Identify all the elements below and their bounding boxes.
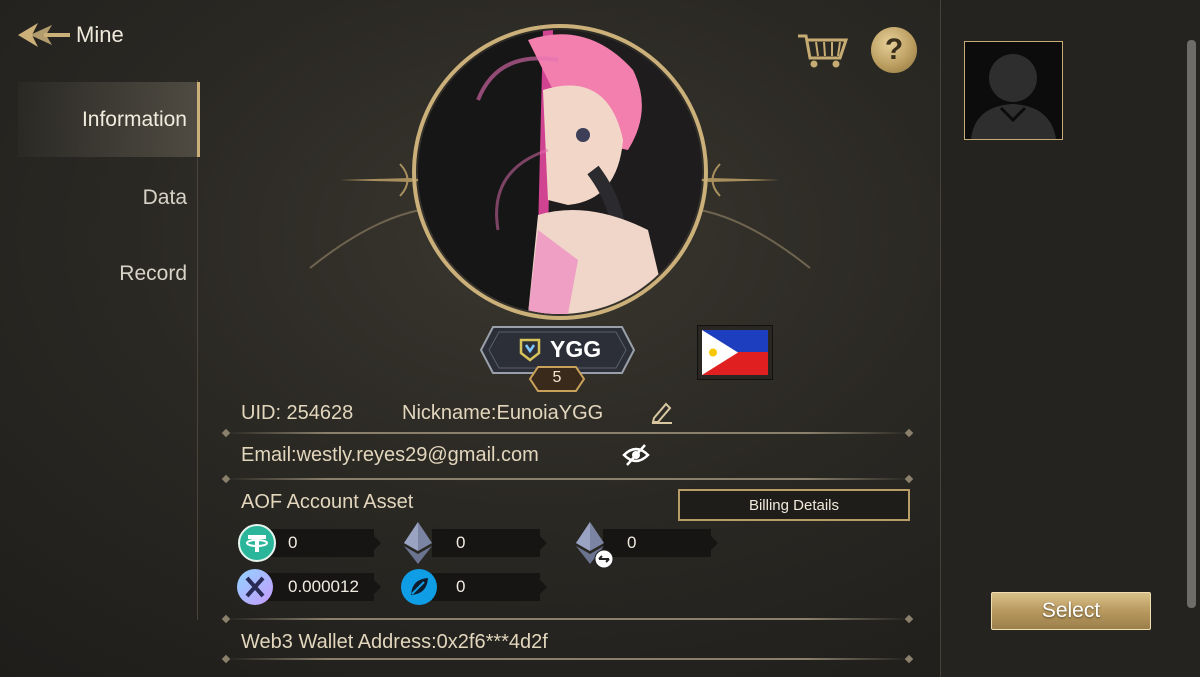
row-divider (225, 432, 910, 434)
guild-tag: YGG (550, 336, 602, 362)
user-silhouette-icon (971, 54, 1056, 139)
character-portrait-image (418, 30, 702, 314)
row-divider (225, 658, 910, 660)
asset-value-ethereum: 0 (432, 529, 547, 557)
back-arrow-icon[interactable] (14, 20, 72, 50)
page-title: Mine (76, 22, 124, 47)
shopping-cart-icon[interactable] (796, 30, 850, 70)
scrollbar[interactable] (1187, 40, 1196, 608)
edit-pencil-icon[interactable] (650, 400, 674, 424)
sidebar (0, 80, 198, 620)
help-icon[interactable]: ? (871, 27, 917, 73)
uid-text: UID: 254628 (241, 402, 354, 424)
tab-record[interactable]: Record (119, 262, 187, 286)
ethereum-coin-icon (404, 522, 432, 564)
asset-section-title: AOF Account Asset (241, 491, 414, 513)
nickname-text: Nickname:EunoiaYGG (402, 402, 604, 424)
avatar-option[interactable] (964, 41, 1063, 140)
email-text: Email:westly.reyes29@gmail.com (241, 444, 539, 466)
ygg-logo-icon (519, 338, 541, 362)
bridged-ethereum-coin-icon (576, 522, 614, 569)
row-divider (225, 618, 910, 620)
row-divider (225, 478, 910, 480)
tab-information[interactable]: Information (18, 82, 200, 157)
level-value: 5 (552, 369, 562, 386)
asset-value-bridged-ethereum: 0 (603, 529, 718, 557)
select-button[interactable]: Select (991, 592, 1151, 630)
philippines-flag-icon[interactable] (697, 325, 773, 380)
tether-coin-icon (238, 524, 276, 562)
asset-value-x-token: 0.000012 (264, 573, 381, 601)
x-token-coin-icon (237, 569, 273, 605)
profile-avatar[interactable] (418, 30, 702, 314)
tab-information-label: Information (81, 108, 187, 131)
billing-details-button[interactable]: Billing Details (678, 489, 910, 521)
asset-value-leaf-token: 0 (432, 573, 547, 601)
leaf-token-coin-icon (401, 569, 437, 605)
asset-value-tether: 0 (264, 529, 381, 557)
wallet-address-text: Web3 Wallet Address:0x2f6***4d2f (241, 631, 548, 653)
hide-eye-icon[interactable] (622, 443, 650, 467)
